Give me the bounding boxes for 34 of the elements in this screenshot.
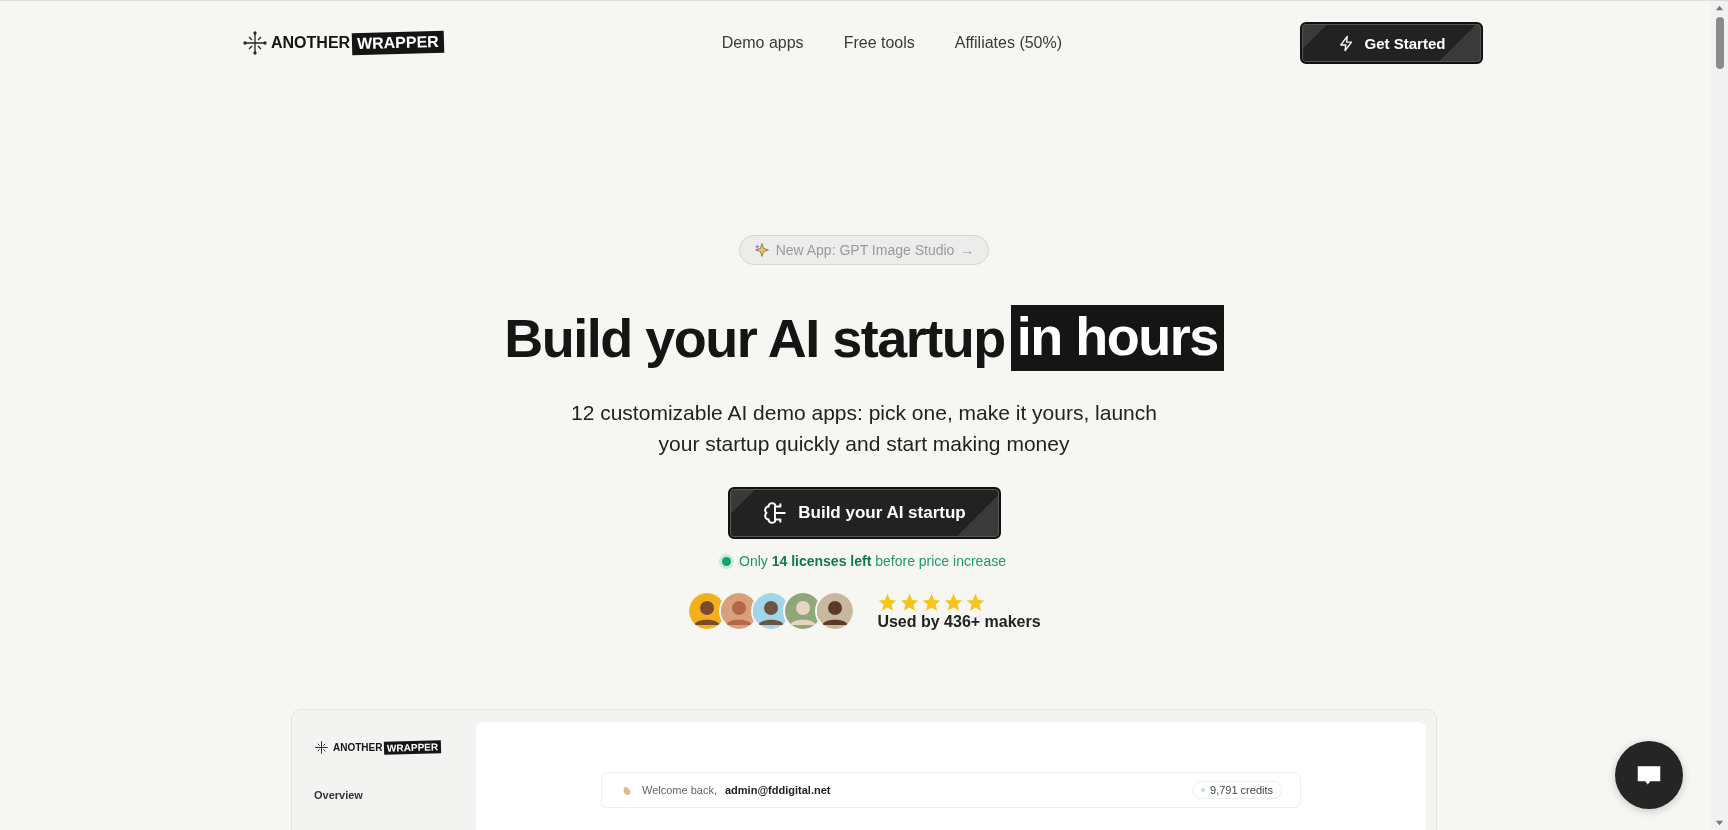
logo-text-highlight: WRAPPER — [384, 740, 442, 755]
scroll-thumb[interactable] — [1715, 17, 1724, 69]
welcome-text: Welcome back, — [642, 784, 717, 796]
scroll-down-icon[interactable] — [1715, 818, 1724, 827]
logo-text-highlight[interactable]: WRAPPER — [351, 30, 445, 56]
scroll-up-icon[interactable] — [1715, 4, 1724, 13]
chat-button[interactable] — [1615, 741, 1683, 809]
sidebar-item[interactable]: Overview — [314, 789, 454, 801]
star-icon — [943, 591, 965, 613]
status-dot — [722, 556, 731, 566]
nav-link[interactable]: Demo apps — [721, 34, 804, 52]
brain-icon — [762, 500, 789, 526]
user-email: admin@fddigital.net — [725, 784, 831, 796]
nav-link[interactable]: Affiliates (50%) — [954, 34, 1063, 52]
arrow-icon: → — [960, 242, 975, 258]
logo-text[interactable]: ANOTHER — [271, 34, 351, 52]
logo-text: ANOTHER — [333, 742, 383, 753]
subtitle: 12 customizable AI demo apps: pick one, make it yours, launch your startup quickly and start making money — [570, 400, 1158, 457]
build-startup-button[interactable]: Build your AI startup — [727, 487, 1001, 539]
get-started-button[interactable]: Get Started — [1300, 22, 1483, 64]
star-icon — [899, 591, 921, 613]
badge-text: New App: GPT Image Studio — [775, 242, 955, 258]
makers-caption: Used by 436+ makers — [877, 612, 1041, 631]
circuit-icon — [314, 740, 329, 755]
circuit-icon — [243, 31, 267, 55]
availability-text: Only 14 licenses left before price increase — [739, 553, 1006, 569]
headline-highlight: in hours — [1010, 305, 1224, 371]
star-icon — [921, 591, 943, 613]
sparkle-icon — [753, 242, 770, 258]
lightning-icon — [1337, 34, 1355, 52]
headline: Build your AI startup — [504, 307, 1005, 369]
star-icon — [965, 591, 987, 613]
star-icon — [877, 591, 899, 613]
nav-link[interactable]: Free tools — [843, 34, 915, 52]
